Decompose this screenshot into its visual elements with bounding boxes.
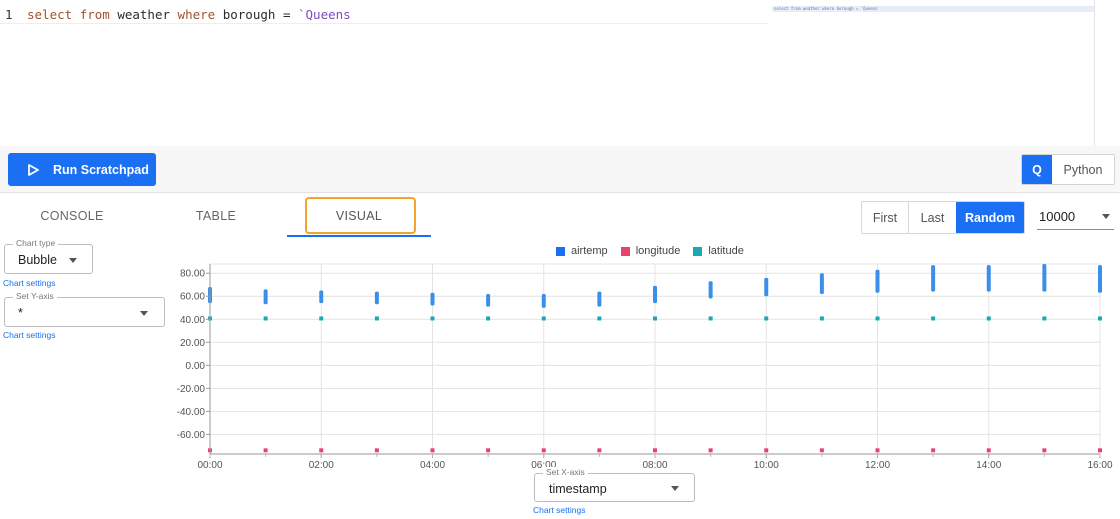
x-tick-label: 02:00: [309, 460, 334, 471]
x-tick-label: 04:00: [420, 460, 445, 471]
bubble-airtemp: [374, 291, 379, 305]
x-axis-value: timestamp: [549, 482, 607, 496]
bubble-longitude: [541, 448, 546, 453]
app-root: 1 select from weather where borough = `Q…: [0, 0, 1120, 519]
y-tick-label: -60.00: [177, 430, 206, 441]
bubble-longitude: [708, 448, 713, 453]
x-tick-label: 16:00: [1087, 460, 1112, 471]
bubble-airtemp: [597, 291, 602, 307]
bubble-longitude: [819, 448, 824, 453]
bubble-longitude: [263, 448, 268, 453]
bubble-latitude: [819, 316, 824, 321]
x-tick-label: 00:00: [197, 460, 222, 471]
bubble-airtemp: [819, 273, 824, 294]
axis-layer: 80.00 60.00 40.00 20.00 0.00 -20.00 -40.00 -60.…: [177, 264, 1113, 471]
chevron-down-icon: [671, 486, 679, 491]
bubble-airtemp: [986, 265, 991, 292]
bubble-chart: 80.00 60.00 40.00 20.00 0.00 -20.00 -40.00 -60.…: [177, 263, 1113, 471]
bubble-airtemp: [1042, 264, 1047, 292]
bubble-longitude: [319, 448, 324, 453]
bubble-latitude: [486, 316, 491, 321]
bubble-latitude: [430, 316, 435, 321]
bubble-airtemp: [708, 281, 713, 299]
bubble-latitude: [263, 316, 268, 321]
bubble-airtemp: [319, 290, 324, 304]
bubble-latitude: [1042, 316, 1047, 321]
bubble-latitude: [708, 316, 713, 321]
bubble-latitude: [653, 316, 657, 321]
bubble-longitude: [486, 448, 491, 453]
x-axis-label: Set X-axis: [543, 467, 588, 477]
bubble-latitude: [931, 316, 936, 321]
x-axis-select[interactable]: Set X-axis timestamp: [534, 467, 695, 502]
bubble-longitude: [764, 448, 769, 453]
y-tick-label: 40.00: [180, 315, 205, 326]
x-tick-label: 10:00: [754, 460, 779, 471]
y-tick-label: 20.00: [180, 338, 205, 349]
bubble-longitude: [931, 448, 936, 453]
bubble-airtemp: [430, 292, 435, 306]
bubble-longitude: [875, 448, 880, 453]
chart-settings-link[interactable]: Chart settings: [533, 505, 585, 515]
bubble-latitude: [986, 316, 991, 321]
bubble-latitude: [875, 316, 880, 321]
y-tick-label: 60.00: [180, 292, 205, 303]
bubble-airtemp: [653, 285, 657, 304]
bubble-latitude: [319, 316, 324, 321]
bubble-airtemp: [764, 277, 769, 297]
bubble-airtemp: [541, 293, 546, 308]
bubble-latitude: [764, 316, 769, 321]
bubble-airtemp: [486, 293, 491, 307]
bubble-latitude: [597, 316, 602, 321]
bubble-latitude: [1098, 316, 1102, 321]
y-tick-label: 0.00: [186, 361, 206, 372]
bubble-airtemp: [263, 289, 268, 305]
bubble-latitude: [541, 316, 546, 321]
bubble-longitude: [1098, 448, 1102, 453]
bubble-longitude: [374, 448, 379, 453]
bubble-airtemp: [875, 269, 880, 293]
y-tick-label: -40.00: [177, 407, 206, 418]
bubble-longitude: [597, 448, 602, 453]
y-tick-label: -20.00: [177, 384, 206, 395]
bubble-longitude: [653, 448, 657, 453]
x-tick-label: 12:00: [865, 460, 890, 471]
bubble-longitude: [430, 448, 435, 453]
bubble-airtemp: [1098, 265, 1102, 293]
bubble-airtemp: [931, 265, 936, 292]
x-tick-label: 08:00: [642, 460, 667, 471]
y-tick-label: 80.00: [180, 269, 205, 280]
x-tick-label: 14:00: [976, 460, 1001, 471]
bubble-longitude: [1042, 448, 1047, 453]
bubble-latitude: [374, 316, 379, 321]
bubble-longitude: [986, 448, 991, 453]
